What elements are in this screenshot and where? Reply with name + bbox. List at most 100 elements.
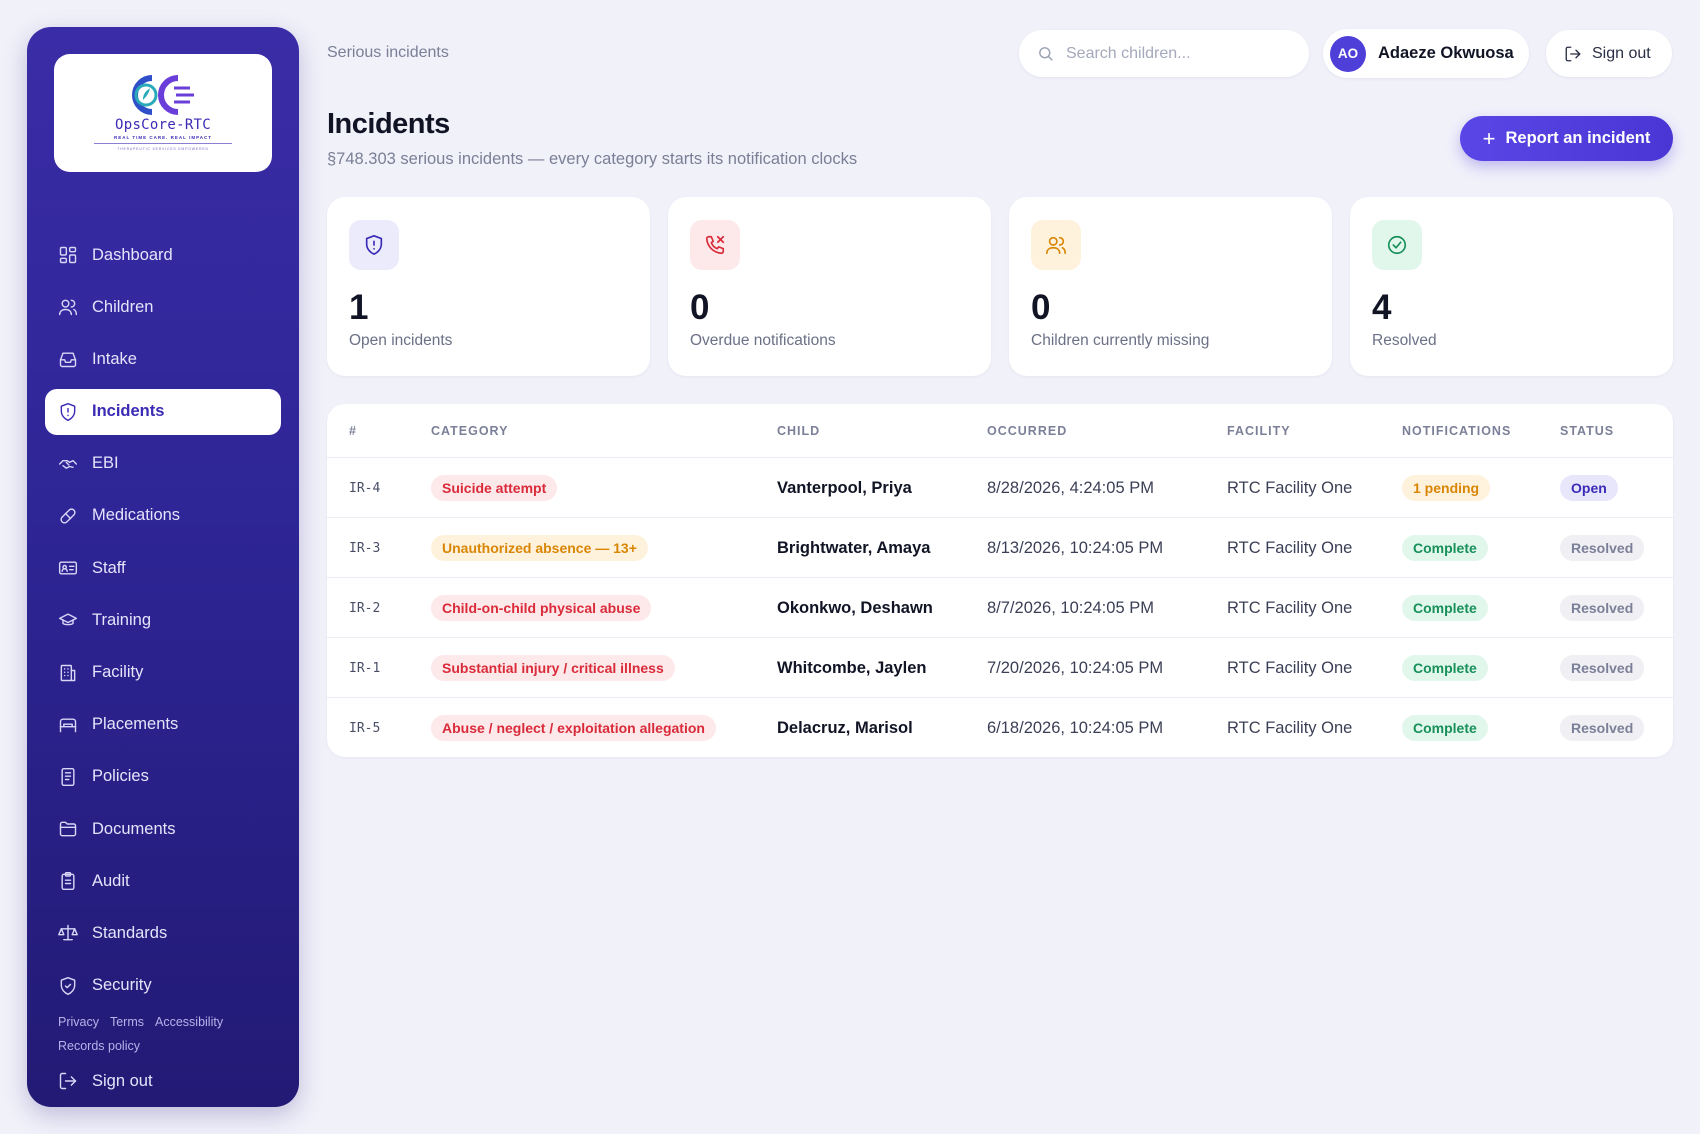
accessibility-link[interactable]: Accessibility: [155, 1015, 223, 1029]
stat-card-children-missing[interactable]: 0 Children currently missing: [1009, 197, 1332, 376]
brand-tagline: REAL TIME CARE. REAL IMPACT: [113, 135, 212, 140]
column-header-child[interactable]: CHILD: [777, 424, 820, 438]
graduation-cap-icon: [58, 610, 78, 630]
clipboard-icon: [58, 871, 78, 891]
stat-card-resolved[interactable]: 4 Resolved: [1350, 197, 1673, 376]
search-icon: [1039, 47, 1053, 61]
child-name[interactable]: Brightwater, Amaya: [777, 518, 930, 578]
terms-link[interactable]: Terms: [110, 1015, 144, 1029]
child-name[interactable]: Whitcombe, Jaylen: [777, 638, 926, 698]
sidebar-footer-links: Privacy Terms Accessibility Records policy: [58, 1010, 278, 1058]
status-badge: Open: [1560, 475, 1618, 501]
status-badge: Resolved: [1560, 715, 1645, 741]
sidebar-item-label: Policies: [92, 767, 149, 786]
dashboard-icon: [58, 245, 78, 265]
incident-id: IR-5: [349, 720, 381, 736]
bed-icon: [58, 715, 78, 735]
sidebar-item-incidents[interactable]: Incidents: [45, 388, 281, 435]
sidebar-item-standards[interactable]: Standards: [45, 910, 281, 956]
records-policy-link[interactable]: Records policy: [58, 1039, 140, 1053]
stat-value: 1: [349, 288, 369, 327]
sidebar-item-policies[interactable]: Policies: [45, 754, 281, 800]
child-name[interactable]: Okonkwo, Deshawn: [777, 578, 933, 638]
stat-card-open-incidents[interactable]: 1 Open incidents: [327, 197, 650, 376]
sidebar-item-medications[interactable]: Medications: [45, 493, 281, 539]
user-name: Adaeze Okwuosa: [1378, 44, 1514, 62]
sidebar-item-children[interactable]: Children: [45, 284, 281, 330]
sidebar-item-training[interactable]: Training: [45, 597, 281, 643]
stat-label: Children currently missing: [1031, 332, 1210, 349]
stat-label: Overdue notifications: [690, 332, 836, 349]
status-badge: Resolved: [1560, 595, 1645, 621]
status-badge: Resolved: [1560, 535, 1645, 561]
avatar: AO: [1330, 35, 1366, 72]
search-input[interactable]: [1066, 44, 1296, 63]
sidebar-item-facility[interactable]: Facility: [45, 650, 281, 696]
column-header-number[interactable]: #: [349, 424, 357, 438]
building-icon: [58, 663, 78, 683]
facility-name: RTC Facility One: [1227, 718, 1353, 737]
user-menu[interactable]: AO Adaeze Okwuosa: [1323, 29, 1529, 78]
occurred-time: 8/28/2026, 4:24:05 PM: [987, 478, 1154, 497]
table-row[interactable]: IR-1 Substantial injury / critical illne…: [327, 638, 1673, 698]
page-title: Incidents: [327, 108, 450, 140]
facility-name: RTC Facility One: [1227, 538, 1353, 557]
table-header: # CATEGORY CHILD OCCURRED FACILITY NOTIF…: [327, 404, 1673, 458]
sidebar-item-audit[interactable]: Audit: [45, 858, 281, 904]
sidebar-item-intake[interactable]: Intake: [45, 336, 281, 382]
sign-out-icon: [1565, 46, 1581, 61]
sidebar-item-label: Intake: [92, 349, 137, 368]
sidebar-item-staff[interactable]: Staff: [45, 545, 281, 591]
sidebar-item-dashboard[interactable]: Dashboard: [45, 232, 281, 278]
sidebar-item-label: Audit: [92, 871, 130, 890]
column-header-notifications[interactable]: NOTIFICATIONS: [1402, 424, 1511, 438]
scale-icon: [58, 923, 78, 943]
column-header-occurred[interactable]: OCCURRED: [987, 424, 1067, 438]
column-header-status[interactable]: STATUS: [1560, 424, 1614, 438]
brand-divider: [94, 143, 232, 144]
sign-out-icon: [59, 1072, 77, 1090]
brand-name: OpsCore-RTC: [114, 117, 212, 133]
sidebar-item-security[interactable]: Security: [45, 963, 281, 1009]
handshake-icon: [58, 454, 78, 474]
notifications-badge: Complete: [1402, 535, 1488, 561]
notifications-badge: Complete: [1402, 595, 1488, 621]
report-incident-button[interactable]: + Report an incident: [1460, 116, 1673, 161]
child-name[interactable]: Vanterpool, Priya: [777, 458, 912, 518]
sidebar-item-label: Standards: [92, 923, 168, 942]
folder-icon: [58, 819, 78, 839]
sidebar-item-ebi[interactable]: EBI: [45, 441, 281, 487]
document-icon: [58, 767, 78, 787]
sidebar-item-documents[interactable]: Documents: [45, 806, 281, 852]
id-card-icon: [58, 558, 78, 578]
table-row[interactable]: IR-2 Child-on-child physical abuse Okonk…: [327, 578, 1673, 638]
check-circle-icon: [1372, 220, 1422, 270]
column-header-facility[interactable]: FACILITY: [1227, 424, 1291, 438]
table-row[interactable]: IR-4 Suicide attempt Vanterpool, Priya 8…: [327, 458, 1673, 518]
column-header-category[interactable]: CATEGORY: [431, 424, 508, 438]
category-badge: Abuse / neglect / exploitation allegatio…: [431, 715, 716, 741]
brand-logo[interactable]: OpsCore-RTC REAL TIME CARE. REAL IMPACT …: [54, 54, 272, 172]
stat-card-overdue-notifications[interactable]: 0 Overdue notifications: [668, 197, 991, 376]
sidebar-item-label: EBI: [92, 454, 119, 473]
status-badge: Resolved: [1560, 655, 1645, 681]
sidebar-item-placements[interactable]: Placements: [45, 702, 281, 748]
brand-logo-icon: [132, 75, 194, 115]
privacy-link[interactable]: Privacy: [58, 1015, 99, 1029]
sign-out-label: Sign out: [1592, 44, 1651, 62]
sidebar-item-label: Incidents: [92, 402, 165, 421]
category-badge: Substantial injury / critical illness: [431, 655, 675, 681]
incident-id: IR-3: [349, 540, 381, 556]
sidebar-item-label: Medications: [92, 506, 181, 525]
sidebar-item-label: Training: [92, 610, 151, 629]
table-row[interactable]: IR-5 Abuse / neglect / exploitation alle…: [327, 698, 1673, 757]
notifications-badge: Complete: [1402, 655, 1488, 681]
phone-alert-icon: [690, 220, 740, 270]
sidebar-item-label: Facility: [92, 663, 144, 681]
category-badge: Unauthorized absence — 13+: [431, 535, 648, 561]
header-sign-out-button[interactable]: Sign out: [1546, 30, 1672, 77]
table-row[interactable]: IR-3 Unauthorized absence — 13+ Brightwa…: [327, 518, 1673, 578]
child-name[interactable]: Delacruz, Marisol: [777, 698, 913, 757]
incidents-table: # CATEGORY CHILD OCCURRED FACILITY NOTIF…: [327, 404, 1673, 757]
sidebar-sign-out-button[interactable]: Sign out: [58, 1071, 153, 1091]
